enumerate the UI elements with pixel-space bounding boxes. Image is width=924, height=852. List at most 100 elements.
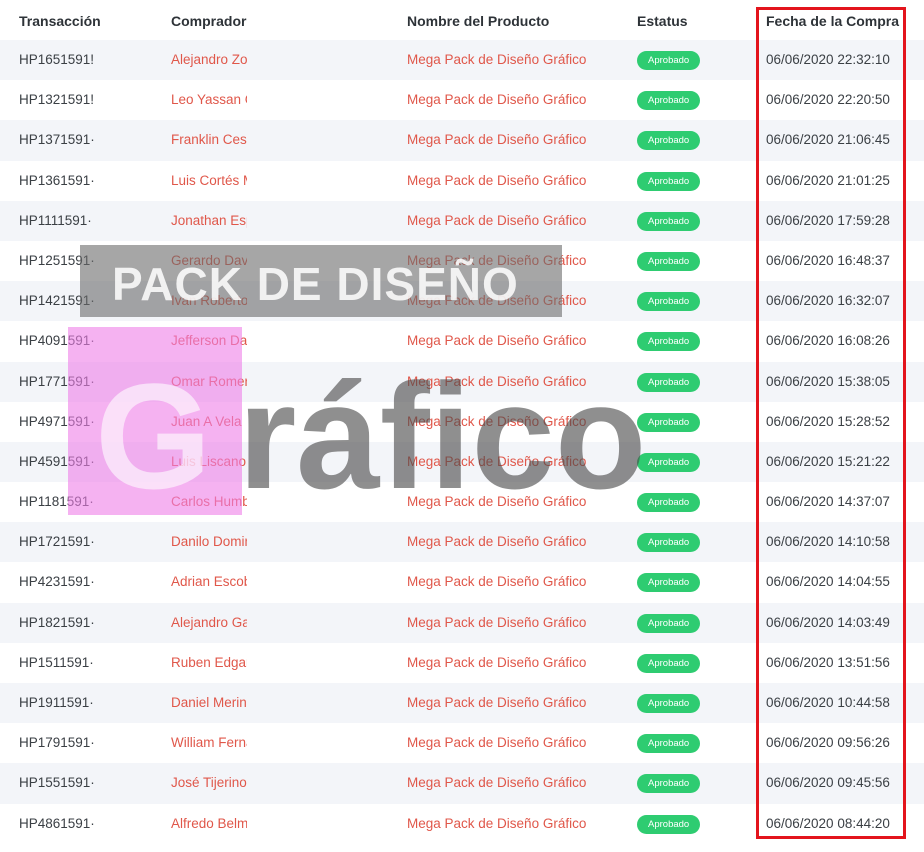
date-cell: 06/06/2020 09:45:56	[766, 775, 890, 791]
buyer-link[interactable]: Ruben Edgar	[171, 643, 247, 683]
product-link[interactable]: Mega Pack de Diseño Gráfico	[407, 643, 607, 683]
date-cell: 06/06/2020 16:32:07	[766, 293, 890, 309]
product-link[interactable]: Mega Pack de Diseño Gráfico	[407, 723, 607, 763]
product-link[interactable]: Mega Pack de Diseño Gráfico	[407, 562, 607, 602]
status-badge: Aprobado	[637, 533, 701, 553]
status-cell: Aprobado	[637, 683, 707, 723]
date-cell: 06/06/2020 14:10:58	[766, 534, 890, 550]
status-badge: Aprobado	[637, 814, 701, 834]
status-cell: Aprobado	[637, 281, 707, 321]
product-link[interactable]: Mega Pack de Diseño Gráfico	[407, 281, 607, 321]
status-cell: Aprobado	[637, 442, 707, 482]
status-badge: Aprobado	[637, 171, 701, 191]
header-transaction[interactable]: Transacción	[19, 0, 159, 40]
buyer-link[interactable]: Danilo Domin	[171, 522, 247, 562]
product-link[interactable]: Mega Pack de Diseño Gráfico	[407, 522, 607, 562]
status-cell: Aprobado	[637, 723, 707, 763]
product-link[interactable]: Mega Pack de Diseño Gráfico	[407, 442, 607, 482]
transactions-table: Transacción Comprador Nombre del Product…	[0, 0, 924, 844]
date-cell: 06/06/2020 16:08:26	[766, 333, 890, 349]
buyer-link[interactable]: William Ferna	[171, 723, 247, 763]
table-row: HP1911591· Daniel Merinc Mega Pack de Dise…	[0, 683, 924, 724]
buyer-link[interactable]: Adrian Escob	[171, 562, 247, 602]
product-link[interactable]: Mega Pack de Diseño Gráfico	[407, 763, 607, 803]
status-badge: Aprobado	[637, 292, 701, 312]
transaction-cell: HP4091591·	[19, 333, 94, 349]
buyer-link[interactable]: Luis Cortés M	[171, 161, 247, 201]
status-badge: Aprobado	[637, 774, 701, 794]
transaction-cell: HP1361591·	[19, 172, 94, 188]
product-link[interactable]: Mega Pack de Diseño Gráfico	[407, 321, 607, 361]
transaction-cell: HP1321591!	[19, 92, 94, 108]
date-cell: 06/06/2020 21:01:25	[766, 172, 890, 188]
status-cell: Aprobado	[637, 80, 707, 120]
buyer-link[interactable]: Leo Yassan C	[171, 80, 247, 120]
buyer-link[interactable]: Daniel Merinc	[171, 683, 247, 723]
transaction-cell: HP1771591·	[19, 373, 94, 389]
buyer-link[interactable]: Jonathan Esp	[171, 201, 247, 241]
buyer-link[interactable]: José Tijerino	[171, 763, 247, 803]
product-link[interactable]: Mega Pack de Diseño Gráfico	[407, 402, 607, 442]
status-badge: Aprobado	[637, 372, 701, 392]
date-cell: 06/06/2020 14:04:55	[766, 574, 890, 590]
transaction-cell: HP1821591·	[19, 614, 94, 630]
buyer-link[interactable]: Alejandro Zoz	[171, 40, 247, 80]
buyer-link[interactable]: Alejandro Gal	[171, 603, 247, 643]
transaction-cell: HP1791591·	[19, 735, 94, 751]
buyer-link[interactable]: Carlos Humbe	[171, 482, 247, 522]
buyer-link[interactable]: Ivan Roberto	[171, 281, 247, 321]
product-link[interactable]: Mega Pack de Diseño Gráfico	[407, 80, 607, 120]
header-date[interactable]: Fecha de la Compra	[766, 0, 906, 40]
transaction-cell: HP4971591·	[19, 413, 94, 429]
product-link[interactable]: Mega Pack de Diseño Gráfico	[407, 241, 607, 281]
status-cell: Aprobado	[637, 603, 707, 643]
status-cell: Aprobado	[637, 241, 707, 281]
date-cell: 06/06/2020 21:06:45	[766, 132, 890, 148]
transaction-cell: HP4231591·	[19, 574, 94, 590]
buyer-link[interactable]: Jefferson Dar	[171, 321, 247, 361]
table-body: HP1651591! Alejandro Zoz Mega Pack de Dise…	[0, 40, 924, 844]
header-product[interactable]: Nombre del Producto	[407, 0, 607, 40]
date-cell: 06/06/2020 15:21:22	[766, 453, 890, 469]
status-badge: Aprobado	[637, 452, 701, 472]
date-cell: 06/06/2020 22:32:10	[766, 52, 890, 67]
transaction-cell: HP1421591·	[19, 293, 94, 309]
buyer-link[interactable]: Omar Romero	[171, 362, 247, 402]
status-badge: Aprobado	[637, 51, 701, 70]
status-badge: Aprobado	[637, 332, 701, 352]
product-link[interactable]: Mega Pack de Diseño Gráfico	[407, 482, 607, 522]
header-buyer[interactable]: Comprador	[171, 0, 311, 40]
table-row: HP4971591· Juan A Vela Mega Pack de Diseño…	[0, 401, 924, 442]
header-status[interactable]: Estatus	[637, 0, 737, 40]
status-cell: Aprobado	[637, 161, 707, 201]
table-row: HP1791591· William Ferna Mega Pack de Dise…	[0, 723, 924, 764]
buyer-link[interactable]: Gerardo Davi	[171, 241, 247, 281]
product-link[interactable]: Mega Pack de Diseño Gráfico	[407, 120, 607, 160]
transaction-cell: HP1651591!	[19, 52, 94, 67]
status-cell: Aprobado	[637, 763, 707, 803]
status-badge: Aprobado	[637, 211, 701, 231]
buyer-link[interactable]: Alfredo Belm	[171, 804, 247, 844]
product-link[interactable]: Mega Pack de Diseño Gráfico	[407, 603, 607, 643]
product-link[interactable]: Mega Pack de Diseño Gráfico	[407, 804, 607, 844]
date-cell: 06/06/2020 14:03:49	[766, 614, 890, 630]
date-cell: 06/06/2020 09:56:26	[766, 735, 890, 751]
table-row: HP1771591· Omar Romero Mega Pack de Diseño…	[0, 361, 924, 402]
status-cell: Aprobado	[637, 482, 707, 522]
product-link[interactable]: Mega Pack de Diseño Gráfico	[407, 362, 607, 402]
product-link[interactable]: Mega Pack de Diseño Gráfico	[407, 683, 607, 723]
date-cell: 06/06/2020 15:38:05	[766, 373, 890, 389]
product-link[interactable]: Mega Pack de Diseño Gráfico	[407, 201, 607, 241]
status-badge: Aprobado	[637, 653, 701, 673]
buyer-link[interactable]: Luis Liscano	[171, 442, 247, 482]
transaction-cell: HP1251591·	[19, 252, 94, 268]
product-link[interactable]: Mega Pack de Diseño Gráfico	[407, 40, 607, 80]
table-row: HP1651591! Alejandro Zoz Mega Pack de Dise…	[0, 40, 924, 81]
status-badge: Aprobado	[637, 694, 701, 713]
status-cell: Aprobado	[637, 201, 707, 241]
transaction-cell: HP1721591·	[19, 534, 94, 550]
buyer-link[interactable]: Franklin Cesp	[171, 120, 247, 160]
buyer-link[interactable]: Juan A Vela	[171, 402, 247, 442]
status-badge: Aprobado	[637, 573, 701, 593]
product-link[interactable]: Mega Pack de Diseño Gráfico	[407, 161, 607, 201]
